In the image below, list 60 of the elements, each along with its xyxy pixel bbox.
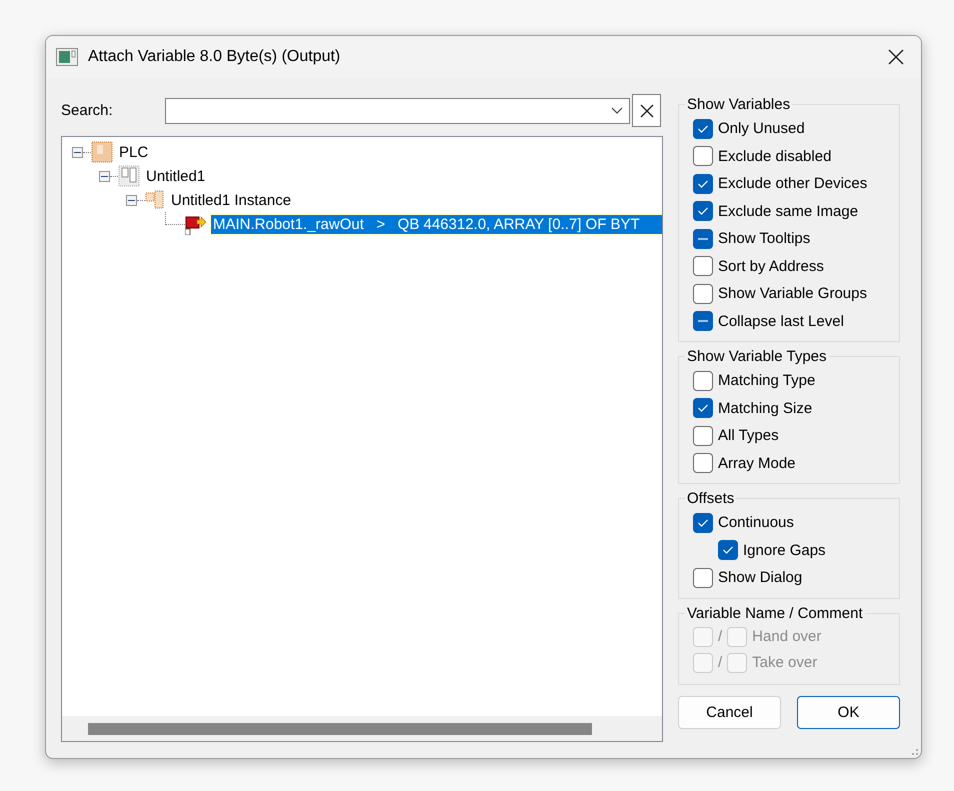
- window-title: Attach Variable 8.0 Byte(s) (Output): [88, 48, 342, 66]
- option-label: Show Dialog: [718, 569, 802, 586]
- option-label: All Types: [718, 427, 779, 444]
- option-label: Show Tooltips: [718, 230, 810, 248]
- option-label: Exclude same Image: [718, 202, 858, 220]
- close-icon: [888, 49, 904, 65]
- group-title: Show Variable Types: [686, 348, 828, 365]
- scrollbar-thumb[interactable]: [88, 722, 592, 734]
- checked-checkbox[interactable]: [693, 398, 713, 418]
- search-label: Search:: [61, 102, 114, 119]
- checked-checkbox[interactable]: [693, 174, 713, 194]
- group-title: Variable Name / Comment: [686, 604, 864, 622]
- option-label: Array Mode: [718, 454, 796, 472]
- option-label: Take over: [752, 654, 818, 671]
- collapse-toggle[interactable]: [99, 170, 110, 182]
- checked-checkbox[interactable]: [693, 118, 713, 139]
- instance-icon: [145, 190, 165, 210]
- clear-button[interactable]: [632, 94, 661, 127]
- option-label: Exclude other Devices: [718, 175, 868, 192]
- checkbox[interactable]: [693, 146, 713, 166]
- collapse-toggle[interactable]: [72, 146, 83, 158]
- dialog-button[interactable]: OK: [797, 696, 900, 728]
- checkbox[interactable]: [693, 453, 713, 474]
- search-field[interactable]: [165, 98, 630, 124]
- option-label: Show Variable Groups: [718, 285, 867, 302]
- checked-checkbox[interactable]: [693, 201, 713, 222]
- checkbox[interactable]: [693, 370, 713, 391]
- option-label: Sort by Address: [718, 258, 824, 275]
- option-label: Ignore Gaps: [743, 542, 826, 559]
- resize-grip-icon[interactable]: [911, 748, 919, 756]
- separator-text: /: [718, 654, 722, 671]
- indeterminate-checkbox[interactable]: [693, 228, 713, 249]
- group-title: Show Variables: [686, 96, 792, 113]
- plc-icon: [91, 141, 113, 163]
- indeterminate-checkbox[interactable]: [693, 311, 713, 332]
- option-label: Collapse last Level: [718, 312, 844, 330]
- close-icon: [640, 104, 654, 118]
- checked-checkbox[interactable]: [718, 540, 738, 560]
- tree-item[interactable]: Untitled1 Instance: [169, 190, 294, 210]
- option-label: Matching Type: [718, 372, 816, 390]
- option-label: Continuous: [718, 514, 794, 532]
- collapse-toggle[interactable]: [126, 194, 137, 206]
- option-label: Exclude disabled: [718, 148, 832, 165]
- checkbox[interactable]: [693, 256, 713, 276]
- tree-item[interactable]: PLC: [117, 142, 150, 162]
- project-icon: [118, 165, 140, 187]
- group-title: Offsets: [686, 490, 736, 507]
- tree-item[interactable]: MAIN.Robot1._rawOut > QB 446312.0, ARRAY [0..7] OF BYT: [211, 214, 662, 234]
- option-label: Matching Size: [718, 400, 812, 417]
- dialog-button[interactable]: Cancel: [678, 696, 781, 728]
- checkbox[interactable]: [693, 284, 713, 304]
- tree-item[interactable]: Untitled1: [144, 166, 208, 186]
- option-label: Hand over: [752, 628, 822, 645]
- window-icon: [56, 48, 78, 66]
- checkbox[interactable]: [693, 568, 713, 588]
- chevron-down-icon: [611, 106, 623, 114]
- option-label: Only Unused: [718, 120, 805, 138]
- separator-text: /: [718, 628, 722, 645]
- checked-checkbox[interactable]: [693, 512, 713, 533]
- checkbox[interactable]: [693, 426, 713, 446]
